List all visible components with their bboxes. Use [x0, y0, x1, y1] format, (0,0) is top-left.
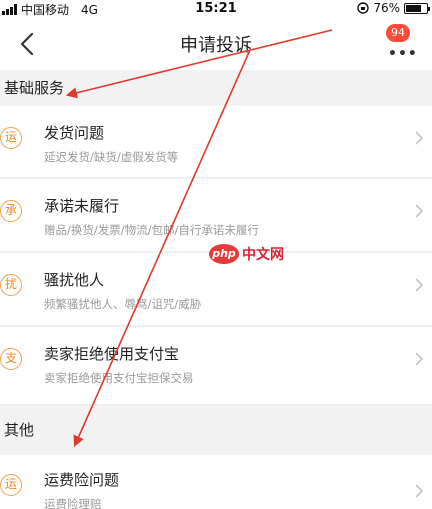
- item-subtitle: 赠品/换货/发票/物流/包邮/自行承诺未履行: [44, 223, 259, 237]
- battery-percent: 76%: [373, 1, 400, 15]
- item-title: 承诺未履行: [44, 197, 120, 215]
- item-title: 卖家拒绝使用支付宝: [44, 345, 180, 363]
- watermark: php 中文网: [209, 244, 284, 264]
- alipay-icon: 支: [0, 348, 22, 370]
- item-subtitle: 卖家拒绝使用支付宝担保交易: [44, 371, 194, 385]
- nav-bar: 申请投诉 94 •••: [0, 18, 432, 70]
- list-item-promise[interactable]: 承 承诺未履行 赠品/换货/发票/物流/包邮/自行承诺未履行: [0, 179, 432, 252]
- section-header-other: 其他: [0, 406, 432, 454]
- promise-icon: 承: [0, 200, 22, 222]
- battery-icon: [404, 2, 430, 14]
- chevron-right-icon: [415, 352, 424, 366]
- chevron-right-icon: [415, 278, 424, 292]
- chevron-right-icon: [415, 204, 424, 218]
- section-header-basic: 基础服务: [0, 70, 432, 106]
- item-title: 发货问题: [44, 124, 105, 142]
- chevron-right-icon: [415, 484, 424, 498]
- freight-icon: 运: [0, 474, 22, 496]
- item-subtitle: 延迟发货/缺货/虚假发货等: [44, 150, 179, 164]
- chevron-right-icon: [415, 131, 424, 145]
- list-item-freight-insurance[interactable]: 运 运费险问题 运费险理赔: [0, 455, 432, 509]
- more-button[interactable]: 94 •••: [386, 24, 417, 64]
- more-dots-icon: •••: [388, 46, 418, 62]
- shipping-icon: 运: [0, 127, 22, 149]
- watermark-text: 中文网: [242, 247, 284, 263]
- status-right: 76%: [357, 1, 430, 15]
- battery-fill: [406, 4, 422, 12]
- item-title: 骚扰他人: [44, 271, 105, 289]
- notification-badge: 94: [386, 24, 410, 42]
- item-subtitle: 运费险理赔: [44, 497, 102, 509]
- lock-rotation-icon: [357, 2, 370, 14]
- php-logo: php: [209, 244, 239, 264]
- harassment-icon: 扰: [0, 274, 22, 296]
- item-subtitle: 频繁骚扰他人、辱骂/诅咒/威胁: [44, 297, 202, 311]
- status-bar: 中国移动 4G 15:21 76%: [0, 0, 432, 18]
- page-title: 申请投诉: [180, 35, 252, 56]
- item-title: 运费险问题: [44, 471, 120, 489]
- list-item-shipping[interactable]: 运 发货问题 延迟发货/缺货/虚假发货等: [0, 106, 432, 178]
- list-item-alipay[interactable]: 支 卖家拒绝使用支付宝 卖家拒绝使用支付宝担保交易: [0, 327, 432, 405]
